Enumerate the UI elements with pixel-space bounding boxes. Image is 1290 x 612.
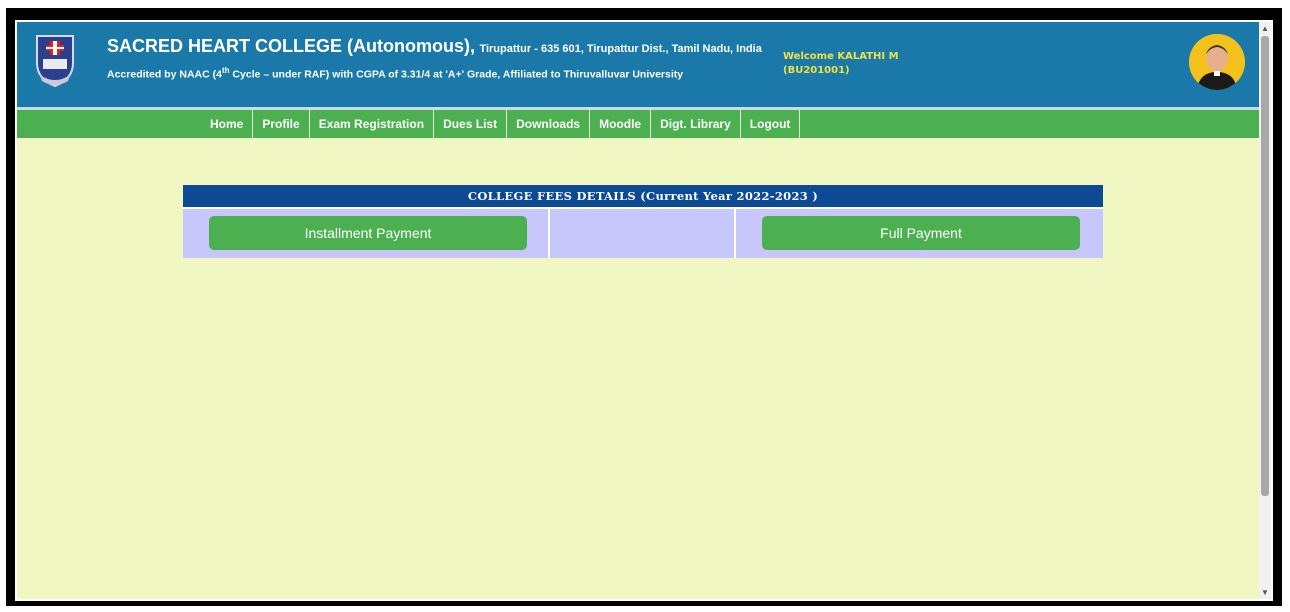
college-title: SACRED HEART COLLEGE (Autonomous), Tirup… xyxy=(107,36,762,57)
window-frame: SACRED HEART COLLEGE (Autonomous), Tirup… xyxy=(6,8,1282,606)
college-name: SACRED HEART COLLEGE (Autonomous), xyxy=(107,36,475,56)
user-avatar-icon xyxy=(1189,34,1245,90)
fees-cell-empty xyxy=(550,209,736,258)
fees-cell-full: Full Payment xyxy=(736,209,1103,258)
nav-dues-list[interactable]: Dues List xyxy=(434,110,508,138)
scroll-down-icon[interactable]: ▼ xyxy=(1261,588,1269,597)
nav-digital-library[interactable]: Digt. Library xyxy=(651,110,741,138)
welcome-text: Welcome KALATHI M xyxy=(783,51,899,62)
accreditation-text: Accredited by NAAC (4th Cycle – under RA… xyxy=(107,66,683,81)
fees-cell-installment: Installment Payment xyxy=(183,209,550,258)
scroll-thumb[interactable] xyxy=(1261,36,1269,496)
page: SACRED HEART COLLEGE (Autonomous), Tirup… xyxy=(17,22,1259,599)
vertical-scrollbar[interactable]: ▲ ▼ xyxy=(1259,22,1271,599)
fees-title: COLLEGE FEES DETAILS (Current Year 2022-… xyxy=(183,185,1103,207)
user-id: (BU201001) xyxy=(783,65,850,76)
nav-profile[interactable]: Profile xyxy=(253,110,310,138)
nav-logout[interactable]: Logout xyxy=(741,110,801,138)
nav-exam-registration[interactable]: Exam Registration xyxy=(310,110,435,138)
accreditation-post: Cycle – under RAF) with CGPA of 3.31/4 a… xyxy=(229,68,684,81)
nav-downloads[interactable]: Downloads xyxy=(507,110,591,138)
fees-table: COLLEGE FEES DETAILS (Current Year 2022-… xyxy=(183,185,1103,258)
installment-payment-button[interactable]: Installment Payment xyxy=(209,216,527,250)
fees-row: Installment Payment Full Payment xyxy=(183,207,1103,258)
accreditation-sup: th xyxy=(221,66,230,75)
nav-moodle[interactable]: Moodle xyxy=(590,110,652,138)
welcome-block: Welcome KALATHI M (BU201001) xyxy=(783,50,899,78)
site-header: SACRED HEART COLLEGE (Autonomous), Tirup… xyxy=(17,22,1259,107)
college-address: Tirupattur - 635 601, Tirupattur Dist., … xyxy=(479,43,762,55)
scroll-up-icon[interactable]: ▲ xyxy=(1261,24,1269,33)
accreditation-pre: Accredited by NAAC (4 xyxy=(107,68,222,81)
full-payment-button[interactable]: Full Payment xyxy=(762,216,1080,250)
main-nav: Home Profile Exam Registration Dues List… xyxy=(17,110,1259,138)
nav-home[interactable]: Home xyxy=(200,110,254,138)
college-crest-icon xyxy=(36,35,74,88)
browser-viewport: SACRED HEART COLLEGE (Autonomous), Tirup… xyxy=(15,20,1273,601)
